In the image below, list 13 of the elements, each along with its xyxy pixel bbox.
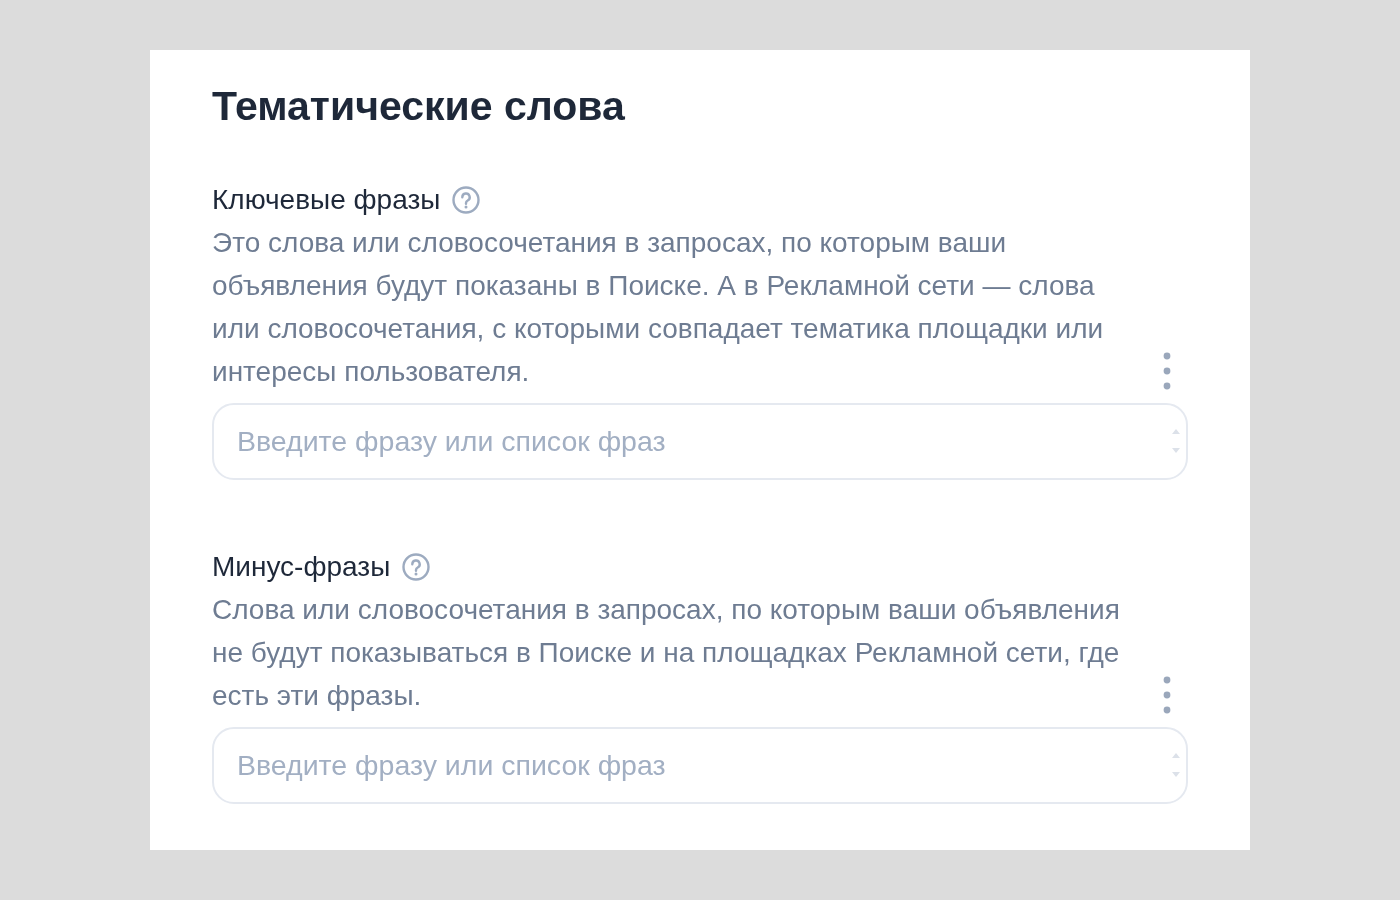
section-title: Тематические слова [212, 82, 626, 131]
help-icon[interactable] [402, 552, 431, 581]
field-description: Слова или словосочетания в запросах, по которым ваши объявления не будут показываться в Поиске и на площадках Рекламной сети, где есть эти фразы. [212, 593, 1121, 713]
stepper-arrows-icon[interactable] [1171, 751, 1181, 779]
phrase-input[interactable]: Введите фразу или список фраз [212, 403, 1188, 480]
more-options-icon[interactable] [1163, 676, 1171, 714]
stepper-arrows-icon[interactable] [1171, 427, 1181, 455]
more-options-icon[interactable] [1163, 352, 1171, 390]
field-label: Ключевые фразы [212, 183, 441, 217]
phrase-input[interactable]: Введите фразу или список фраз [212, 727, 1188, 804]
field-label: Минус-фразы [212, 550, 391, 584]
field-description: Это слова или словосочетания в запросах, по которым ваши объявления будут показаны в Поиске. А в Рекламной сети — слова или словосочетания, с которыми совпадает тематика площадки или интересы пользователя. [212, 226, 1105, 389]
help-icon[interactable] [452, 185, 481, 214]
